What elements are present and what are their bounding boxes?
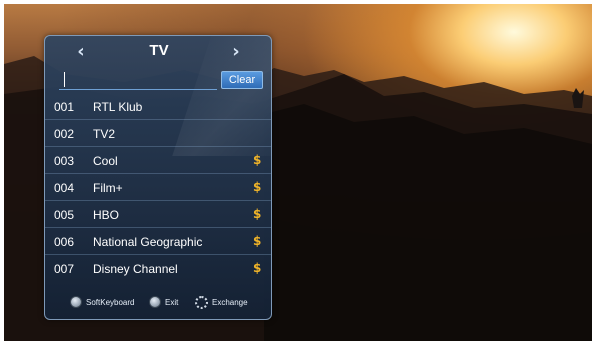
footer-hints: SoftKeyboard Exit Exchange bbox=[45, 294, 271, 314]
exchange-icon bbox=[195, 296, 208, 309]
channel-number: 001 bbox=[54, 100, 75, 114]
channel-name: Cool bbox=[93, 154, 118, 168]
remote-button-icon bbox=[70, 296, 82, 308]
channel-name: Film+ bbox=[93, 181, 123, 195]
channel-name: Disney Channel bbox=[93, 262, 178, 276]
channel-name: National Geographic bbox=[93, 235, 203, 249]
chevron-right-icon[interactable]: › bbox=[226, 41, 246, 62]
search-row: Clear bbox=[59, 70, 265, 92]
remote-button-icon bbox=[149, 296, 161, 308]
list-item[interactable]: 001 RTL Klub bbox=[45, 93, 271, 120]
channel-number: 003 bbox=[54, 154, 75, 168]
exit-hint[interactable]: Exit bbox=[149, 296, 178, 308]
dollar-icon: $ bbox=[253, 153, 262, 167]
channel-number: 007 bbox=[54, 262, 75, 276]
page-title: TV bbox=[149, 42, 169, 59]
channel-name: TV2 bbox=[93, 127, 116, 141]
panel-header: ‹ TV › bbox=[45, 36, 271, 66]
exchange-hint[interactable]: Exchange bbox=[195, 296, 248, 309]
channel-list: 001 RTL Klub 002 TV2 003 Cool $ 004 Film… bbox=[45, 93, 271, 282]
search-input[interactable] bbox=[59, 70, 217, 90]
exchange-label: Exchange bbox=[212, 298, 248, 307]
list-item[interactable]: 004 Film+ $ bbox=[45, 174, 271, 201]
background-wallpaper: ‹ TV › Clear 001 RTL Klub 002 TV2 003 Co… bbox=[4, 4, 592, 341]
channel-number: 006 bbox=[54, 235, 75, 249]
channel-name: HBO bbox=[93, 208, 120, 222]
channel-name: RTL Klub bbox=[93, 100, 143, 114]
chevron-left-icon[interactable]: ‹ bbox=[71, 41, 91, 62]
dollar-icon: $ bbox=[253, 234, 262, 248]
clear-button[interactable]: Clear bbox=[221, 71, 263, 89]
softkeyboard-label: SoftKeyboard bbox=[86, 297, 135, 307]
channel-number: 005 bbox=[54, 208, 75, 222]
list-item[interactable]: 005 HBO $ bbox=[45, 201, 271, 228]
channel-list-panel: ‹ TV › Clear 001 RTL Klub 002 TV2 003 Co… bbox=[44, 35, 272, 320]
channel-number: 002 bbox=[54, 127, 75, 141]
exit-label: Exit bbox=[165, 297, 179, 307]
channel-number: 004 bbox=[54, 181, 75, 195]
list-item[interactable]: 003 Cool $ bbox=[45, 147, 271, 174]
text-caret bbox=[64, 72, 65, 87]
list-item[interactable]: 002 TV2 bbox=[45, 120, 271, 147]
list-item[interactable]: 006 National Geographic $ bbox=[45, 228, 271, 255]
softkeyboard-hint[interactable]: SoftKeyboard bbox=[70, 296, 134, 308]
dollar-icon: $ bbox=[253, 261, 262, 275]
dollar-icon: $ bbox=[253, 180, 262, 194]
dollar-icon: $ bbox=[253, 207, 262, 221]
list-item[interactable]: 007 Disney Channel $ bbox=[45, 255, 271, 282]
